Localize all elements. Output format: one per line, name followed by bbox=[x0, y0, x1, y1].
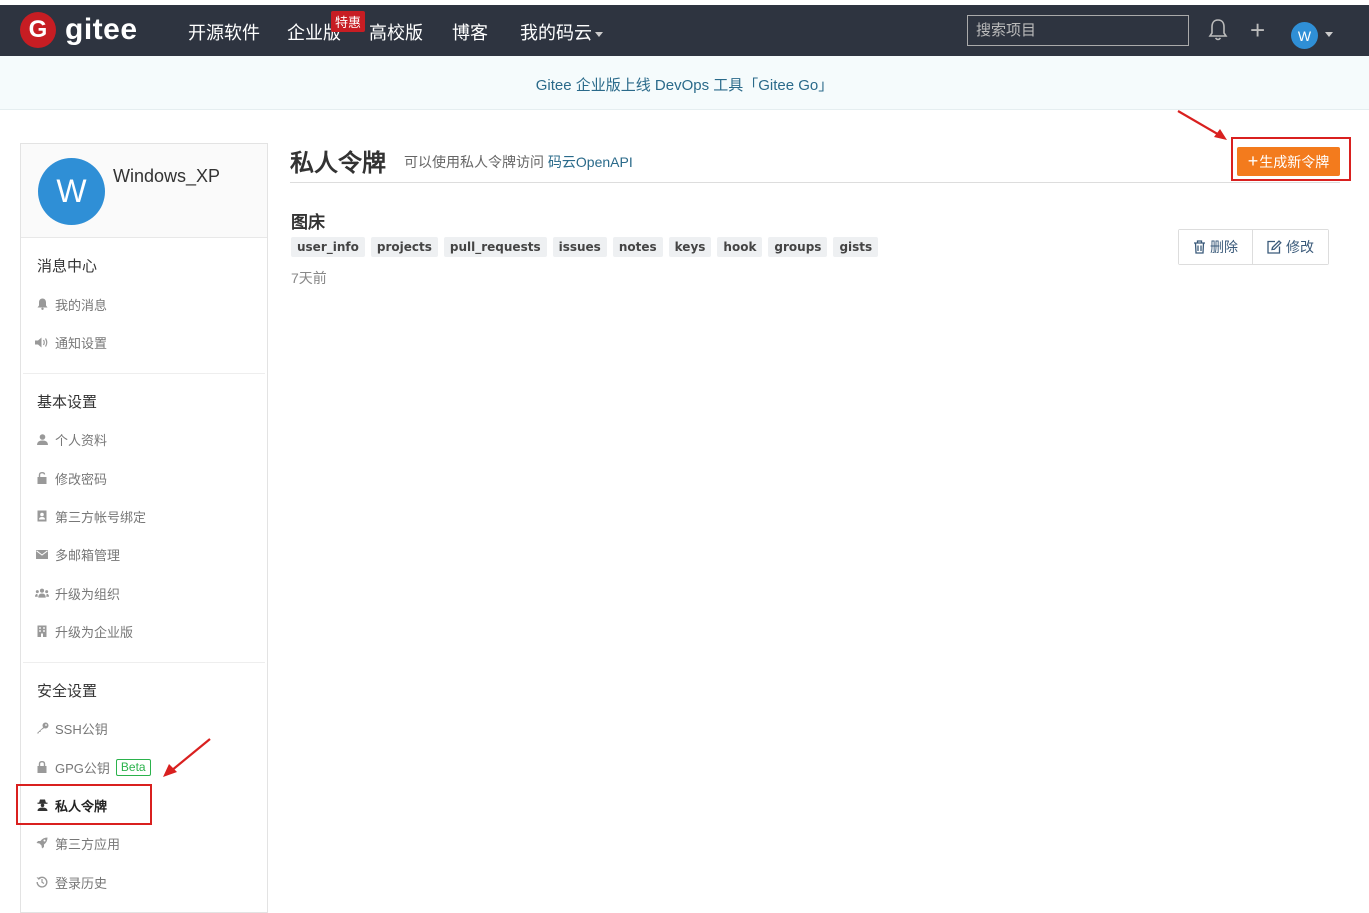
plus-icon[interactable]: + bbox=[1250, 17, 1265, 43]
edit-icon bbox=[1267, 240, 1282, 254]
page-title: 私人令牌 bbox=[290, 150, 386, 177]
profile-card: W Windows_XP bbox=[21, 144, 267, 238]
annotation-highlight-private-tokens bbox=[16, 784, 152, 825]
sidebar-item-login-history[interactable]: 登录历史 bbox=[35, 870, 107, 894]
top-navbar: G gitee 开源软件 企业版 特惠 高校版 博客 我的码云 + W bbox=[0, 5, 1369, 56]
profile-username[interactable]: Windows_XP bbox=[113, 166, 220, 187]
sidebar-item-third-party-binding[interactable]: 第三方帐号绑定 bbox=[35, 504, 146, 528]
nav-blog[interactable]: 博客 bbox=[452, 19, 488, 45]
sidebar-item-ssh-keys[interactable]: SSH公钥 bbox=[35, 716, 108, 740]
gitee-logo[interactable]: G gitee bbox=[20, 12, 138, 48]
token-name: 图床 bbox=[291, 213, 325, 232]
beta-badge: Beta bbox=[115, 758, 151, 776]
users-icon bbox=[35, 588, 49, 598]
chevron-down-icon bbox=[595, 31, 603, 37]
sidebar-item-upgrade-organization[interactable]: 升级为组织 bbox=[35, 581, 120, 605]
sidebar-item-gpg-keys[interactable]: GPG公钥 Beta bbox=[35, 755, 151, 779]
scope-tag: gists bbox=[833, 237, 879, 257]
contact-card-icon bbox=[35, 510, 49, 522]
delete-label: 删除 bbox=[1210, 239, 1238, 255]
section-title-security-settings: 安全设置 bbox=[37, 683, 98, 700]
avatar[interactable]: W bbox=[1291, 22, 1318, 49]
profile-avatar[interactable]: W bbox=[38, 158, 105, 225]
sidebar-item-email-management[interactable]: 多邮箱管理 bbox=[35, 542, 120, 566]
token-scopes: user_info projects pull_requests issues … bbox=[291, 237, 879, 257]
sidebar-item-label: 第三方应用 bbox=[55, 836, 121, 852]
volume-icon bbox=[35, 337, 49, 348]
openapi-link[interactable]: 码云OpenAPI bbox=[548, 154, 633, 170]
sidebar-item-label: 升级为组织 bbox=[55, 586, 121, 602]
scope-tag: pull_requests bbox=[443, 237, 547, 257]
sidebar-item-label: 第三方帐号绑定 bbox=[55, 509, 147, 525]
scope-tag: projects bbox=[370, 237, 438, 257]
sidebar-divider bbox=[23, 373, 265, 374]
scope-tag: notes bbox=[612, 237, 663, 257]
bell-icon bbox=[35, 298, 49, 310]
sidebar-item-profile[interactable]: 个人资料 bbox=[35, 427, 107, 451]
scope-tag: groups bbox=[768, 237, 828, 257]
sidebar-item-label: GPG公钥 bbox=[55, 760, 110, 776]
annotation-arrow-icon bbox=[1177, 110, 1227, 140]
token-created-time: 7天前 bbox=[291, 270, 327, 286]
gitee-logo-text: gitee bbox=[65, 13, 138, 46]
annotation-highlight-generate bbox=[1231, 137, 1351, 181]
sidebar-item-label: 我的消息 bbox=[55, 297, 108, 313]
title-divider bbox=[290, 182, 1340, 183]
annotation-arrow-icon bbox=[163, 738, 211, 777]
sidebar-divider bbox=[23, 662, 265, 663]
sidebar-item-label: 升级为企业版 bbox=[55, 624, 134, 640]
edit-token-button[interactable]: 修改 bbox=[1252, 230, 1328, 264]
sidebar-item-label: 登录历史 bbox=[55, 875, 108, 891]
sidebar-item-notification-settings[interactable]: 通知设置 bbox=[35, 330, 107, 354]
rocket-icon bbox=[35, 837, 49, 849]
unlock-icon bbox=[35, 472, 49, 484]
nav-open-source[interactable]: 开源软件 bbox=[188, 19, 260, 45]
edit-label: 修改 bbox=[1286, 239, 1314, 255]
sidebar-item-label: 个人资料 bbox=[55, 432, 108, 448]
lock-icon bbox=[35, 761, 49, 773]
sidebar-item-third-party-apps[interactable]: 第三方应用 bbox=[35, 831, 120, 855]
gitee-logo-icon: G bbox=[20, 12, 56, 48]
enterprise-promo-badge: 特惠 bbox=[331, 11, 366, 32]
sidebar-item-my-messages[interactable]: 我的消息 bbox=[35, 292, 107, 316]
sidebar-item-label: 通知设置 bbox=[55, 335, 108, 351]
page-description-text: 可以使用私人令牌访问 bbox=[404, 154, 544, 170]
sidebar-item-change-password[interactable]: 修改密码 bbox=[35, 466, 107, 490]
scope-tag: issues bbox=[552, 237, 607, 257]
scope-tag: user_info bbox=[291, 237, 365, 257]
history-icon bbox=[35, 876, 49, 888]
envelope-icon bbox=[35, 549, 49, 559]
section-title-basic-settings: 基本设置 bbox=[37, 394, 98, 411]
announcement-bar: Gitee 企业版上线 DevOps 工具「Gitee Go」 bbox=[0, 56, 1369, 110]
trash-icon bbox=[1194, 240, 1205, 254]
token-actions: 删除 修改 bbox=[1178, 229, 1329, 265]
sidebar-item-upgrade-enterprise[interactable]: 升级为企业版 bbox=[35, 619, 133, 643]
search-input[interactable] bbox=[967, 15, 1189, 46]
nav-university[interactable]: 高校版 bbox=[369, 19, 423, 45]
page-description: 可以使用私人令牌访问 码云OpenAPI bbox=[404, 152, 633, 172]
nav-my-gitee[interactable]: 我的码云 bbox=[520, 19, 603, 45]
building-icon bbox=[35, 625, 49, 637]
bell-icon[interactable] bbox=[1208, 18, 1228, 42]
user-icon bbox=[35, 433, 49, 445]
scope-tag: hook bbox=[717, 237, 763, 257]
sidebar-item-label: 多邮箱管理 bbox=[55, 547, 121, 563]
avatar-chevron-down-icon[interactable] bbox=[1325, 32, 1333, 37]
key-icon bbox=[35, 722, 49, 734]
announcement-link[interactable]: Gitee 企业版上线 DevOps 工具「Gitee Go」 bbox=[0, 74, 1369, 95]
scope-tag: keys bbox=[668, 237, 712, 257]
sidebar-item-label: SSH公钥 bbox=[55, 721, 108, 737]
section-title-messages: 消息中心 bbox=[37, 258, 98, 275]
nav-my-gitee-label: 我的码云 bbox=[520, 23, 592, 43]
sidebar-item-label: 修改密码 bbox=[55, 471, 108, 487]
delete-token-button[interactable]: 删除 bbox=[1179, 230, 1252, 264]
